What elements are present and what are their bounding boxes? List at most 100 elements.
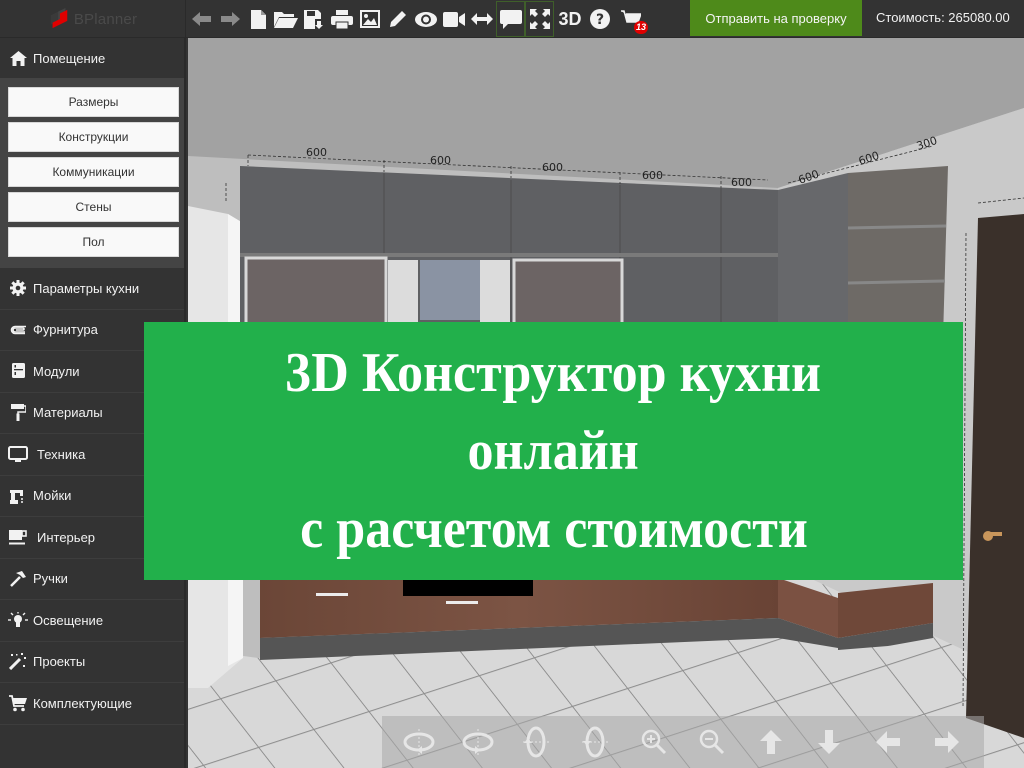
save-button[interactable] (300, 1, 328, 37)
dimension-label: 600 (430, 154, 451, 167)
sidebar-item-label: Материалы (33, 405, 103, 421)
arrows-horizontal-icon (471, 13, 493, 25)
move-up-button[interactable] (748, 719, 794, 765)
print-button[interactable] (328, 1, 356, 37)
sidebar-item-label: Фурнитура (33, 322, 98, 338)
sidebar-item-label: Комплектующие (33, 695, 132, 711)
magic-wand-icon (8, 653, 28, 671)
submenu-floor[interactable]: Пол (8, 227, 179, 257)
room-submenu: Размеры Конструкции Коммуникации Стены П… (0, 78, 184, 268)
undo-icon (192, 12, 211, 26)
submenu-dimensions[interactable]: Размеры (8, 87, 179, 117)
fullscreen-icon (529, 9, 550, 29)
redo-button[interactable] (216, 1, 244, 37)
sidebar-item-room[interactable]: Помещение (0, 38, 184, 78)
move-left-button[interactable] (865, 719, 911, 765)
save-icon (304, 9, 323, 29)
cost-display: Стоимость: 265080.00 (876, 10, 1010, 25)
zoom-out-icon (700, 729, 725, 755)
arrow-down-icon (818, 730, 841, 754)
submit-for-review-button[interactable]: Отправить на проверку (690, 0, 862, 36)
video-button[interactable] (440, 1, 468, 37)
sidebar-item-label: Ручки (33, 571, 68, 587)
move-right-button[interactable] (924, 719, 970, 765)
sidebar-item-label: Интерьер (37, 529, 96, 545)
sidebar-item-label: Параметры кухни (33, 280, 140, 296)
logo-text: BPlanner (73, 10, 138, 28)
arrow-left-icon (876, 731, 901, 753)
gear-icon (8, 280, 28, 297)
sidebar-item-kitchen-params[interactable]: Параметры кухни (0, 268, 184, 310)
logo-mark-icon (50, 8, 68, 29)
paperclip-icon (8, 322, 28, 338)
rotate-left-button[interactable] (396, 719, 442, 765)
lightbulb-icon (8, 611, 28, 628)
cart-icon (8, 694, 28, 712)
sidebar-item-label: Модули (33, 363, 80, 379)
open-button[interactable] (272, 1, 300, 37)
fullscreen-button[interactable] (525, 1, 554, 37)
undo-button[interactable] (188, 1, 216, 37)
sidebar-item-label: Мойки (33, 488, 72, 504)
sidebar-item-projects[interactable]: Проекты (0, 642, 184, 683)
help-button[interactable]: ? (586, 1, 614, 37)
sidebar-item-label: Помещение (33, 50, 106, 66)
video-icon (443, 11, 465, 27)
arrow-up-icon (759, 730, 782, 754)
print-icon (331, 9, 353, 29)
toolbar-icons: 3D ? 13 (188, 0, 648, 38)
submenu-communications[interactable]: Коммуникации (8, 157, 179, 187)
eye-icon (415, 11, 437, 27)
faucet-icon (8, 488, 28, 504)
cabinet-icon (8, 363, 28, 379)
cart-button[interactable]: 13 (614, 1, 648, 37)
redo-icon (221, 12, 240, 26)
promo-banner: 3D Конструктор кухни онлайн с расчетом с… (144, 322, 963, 580)
camera-navigation-bar (382, 716, 984, 768)
comment-icon (499, 9, 522, 29)
sidebar-item-lighting[interactable]: Освещение (0, 600, 184, 642)
sidebar-item-components[interactable]: Комплектующие (0, 683, 184, 725)
dimensions-button[interactable] (468, 1, 496, 37)
sidebar-item-label: Освещение (33, 612, 104, 628)
new-file-button[interactable] (244, 1, 272, 37)
tilt-down-button[interactable] (572, 719, 618, 765)
edit-button[interactable] (384, 1, 412, 37)
arrow-right-icon (934, 731, 959, 753)
dimension-label: 600 (642, 169, 663, 182)
zoom-out-button[interactable] (689, 719, 735, 765)
move-down-button[interactable] (806, 719, 852, 765)
open-folder-icon (274, 12, 298, 28)
banner-line-2: онлайн (467, 420, 640, 482)
screenshot-button[interactable] (356, 1, 384, 37)
cart-count-badge: 13 (633, 21, 648, 34)
submenu-walls[interactable]: Стены (8, 192, 179, 222)
tilt-down-icon (582, 726, 609, 758)
paint-roller-icon (8, 404, 28, 422)
svg-text:?: ? (596, 12, 604, 28)
glass-cabinet (244, 256, 388, 330)
cup-icon (8, 529, 28, 545)
zoom-in-button[interactable] (631, 719, 677, 765)
zoom-in-icon (641, 729, 666, 755)
sidebar-item-label: Техника (37, 446, 86, 462)
monitor-icon (8, 446, 28, 463)
home-icon (8, 50, 28, 66)
image-icon (360, 10, 380, 28)
banner-line-3: с расчетом стоимости (299, 498, 808, 560)
rotate-right-button[interactable] (455, 719, 501, 765)
tilt-up-button[interactable] (513, 719, 559, 765)
tilt-up-icon (523, 726, 550, 758)
dimension-label: 600 (306, 146, 327, 159)
top-toolbar: BPlanner 3D ? 13 Отправить на проверку С… (0, 0, 1024, 38)
view-button[interactable] (412, 1, 440, 37)
new-file-icon (250, 9, 266, 29)
oven (403, 578, 533, 596)
submenu-constructions[interactable]: Конструкции (8, 122, 179, 152)
hammer-icon (8, 570, 28, 587)
comment-button[interactable] (496, 1, 525, 37)
open-shelf (848, 166, 948, 338)
dimension-label: 600 (731, 176, 752, 189)
rotate-right-icon (462, 729, 494, 755)
view-3d-toggle[interactable]: 3D (554, 1, 586, 37)
